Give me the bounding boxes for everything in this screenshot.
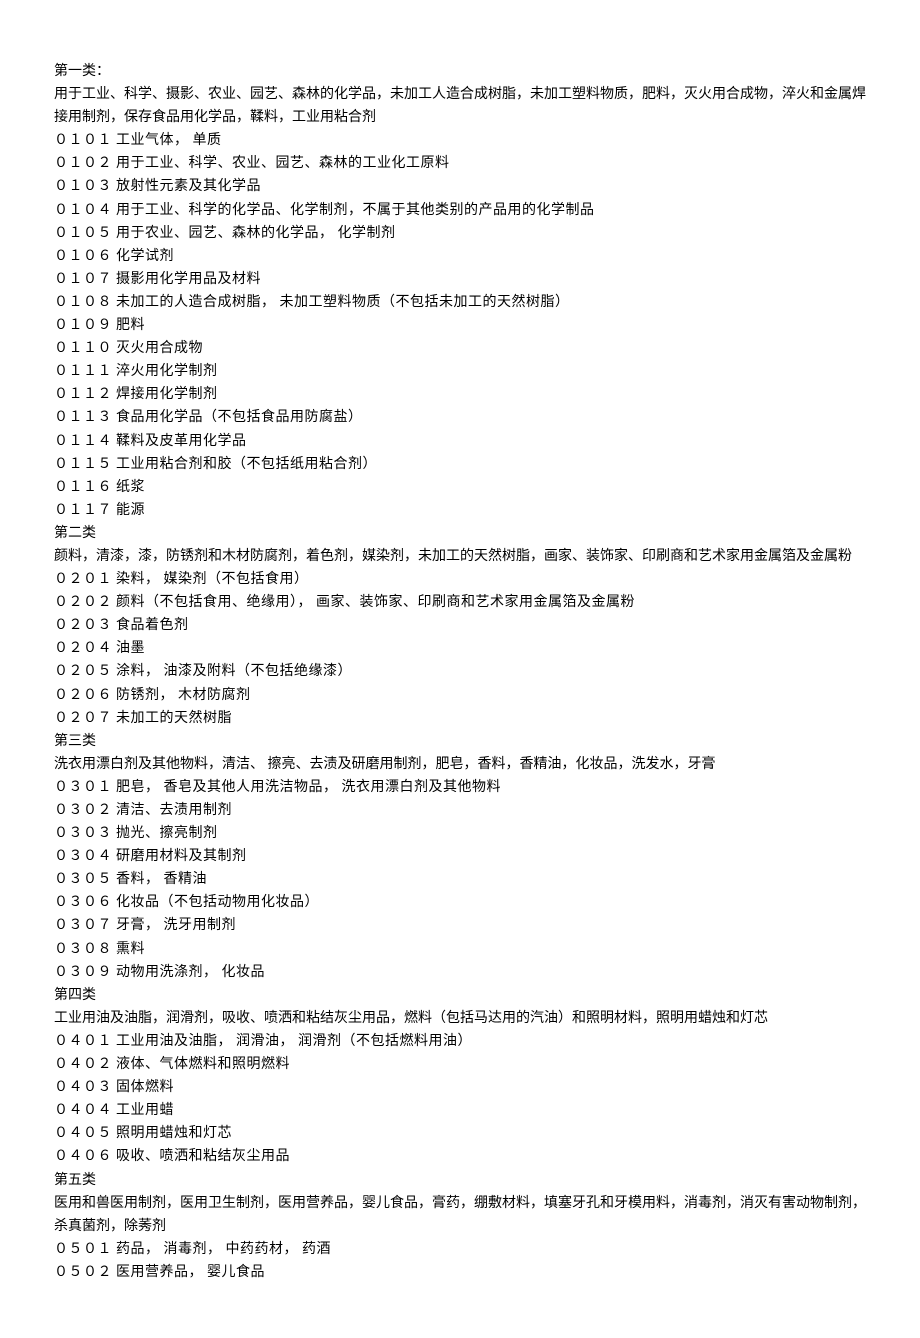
category-item: ０１１７ 能源 xyxy=(54,499,866,522)
category-description: 医用和兽医用制剂，医用卫生制剂，医用营养品，婴儿食品，膏药，绷敷材料，填塞牙孔和… xyxy=(54,1192,866,1238)
category-heading: 第三类 xyxy=(54,730,866,753)
category-item: ０３０５ 香料， 香精油 xyxy=(54,868,866,891)
category-description: 洗衣用漂白剂及其他物料，清洁、 擦亮、去渍及研磨用制剂，肥皂，香料，香精油，化妆… xyxy=(54,753,866,776)
category-item: ０２０５ 涂料， 油漆及附料（不包括绝缘漆） xyxy=(54,660,866,683)
category-heading: 第四类 xyxy=(54,984,866,1007)
category-item: ０３０９ 动物用洗涤剂， 化妆品 xyxy=(54,961,866,984)
category-description: 用于工业、科学、摄影、农业、园艺、森林的化学品，未加工人造合成树脂，未加工塑料物… xyxy=(54,83,866,129)
category-item: ０４０６ 吸收、喷洒和粘结灰尘用品 xyxy=(54,1145,866,1168)
category-item: ０２０２ 颜料（不包括食用、绝缘用）， 画家、装饰家、印刷商和艺术家用金属箔及金… xyxy=(54,591,866,614)
category-item: ０１０８ 未加工的人造合成树脂， 未加工塑料物质（不包括未加工的天然树脂） xyxy=(54,291,866,314)
category-item: ０２０４ 油墨 xyxy=(54,637,866,660)
category-heading: 第一类： xyxy=(54,60,866,83)
category-item: ０１０６ 化学试剂 xyxy=(54,245,866,268)
category-item: ０４０２ 液体、气体燃料和照明燃料 xyxy=(54,1053,866,1076)
category-item: ０４０１ 工业用油及油脂， 润滑油， 润滑剂（不包括燃料用油） xyxy=(54,1030,866,1053)
category-item: ０１１０ 灭火用合成物 xyxy=(54,337,866,360)
category-item: ０１１５ 工业用粘合剂和胶（不包括纸用粘合剂） xyxy=(54,453,866,476)
category-item: ０２０３ 食品着色剂 xyxy=(54,614,866,637)
category-item: ０１０２ 用于工业、科学、农业、园艺、森林的工业化工原料 xyxy=(54,152,866,175)
category-item: ０１１１ 淬火用化学制剂 xyxy=(54,360,866,383)
category-item: ０５０２ 医用营养品， 婴儿食品 xyxy=(54,1261,866,1284)
category-item: ０１１３ 食品用化学品（不包括食品用防腐盐） xyxy=(54,406,866,429)
category-item: ０１０１ 工业气体， 单质 xyxy=(54,129,866,152)
category-item: ０３０８ 熏料 xyxy=(54,938,866,961)
category-item: ０５０１ 药品， 消毒剂， 中药药材， 药酒 xyxy=(54,1238,866,1261)
category-item: ０３０６ 化妆品（不包括动物用化妆品） xyxy=(54,891,866,914)
category-item: ０３０７ 牙膏， 洗牙用制剂 xyxy=(54,914,866,937)
category-item: ０４０５ 照明用蜡烛和灯芯 xyxy=(54,1122,866,1145)
category-item: ０１０３ 放射性元素及其化学品 xyxy=(54,175,866,198)
category-description: 工业用油及油脂，润滑剂，吸收、喷洒和粘结灰尘用品，燃料（包括马达用的汽油）和照明… xyxy=(54,1007,866,1030)
category-item: ０１０５ 用于农业、园艺、森林的化学品， 化学制剂 xyxy=(54,222,866,245)
category-item: ０２０１ 染料， 媒染剂（不包括食用） xyxy=(54,568,866,591)
category-item: ０２０７ 未加工的天然树脂 xyxy=(54,707,866,730)
document-body: 第一类：用于工业、科学、摄影、农业、园艺、森林的化学品，未加工人造合成树脂，未加… xyxy=(54,60,866,1284)
category-item: ０３０２ 清洁、去渍用制剂 xyxy=(54,799,866,822)
category-item: ０１０４ 用于工业、科学的化学品、化学制剂，不属于其他类别的产品用的化学制品 xyxy=(54,199,866,222)
category-item: ０１１６ 纸浆 xyxy=(54,476,866,499)
category-item: ０１１４ 鞣料及皮革用化学品 xyxy=(54,430,866,453)
category-item: ０３０３ 抛光、擦亮制剂 xyxy=(54,822,866,845)
category-heading: 第二类 xyxy=(54,522,866,545)
category-item: ０４０４ 工业用蜡 xyxy=(54,1099,866,1122)
category-item: ０３０１ 肥皂， 香皂及其他人用洗洁物品， 洗衣用漂白剂及其他物料 xyxy=(54,776,866,799)
category-item: ０２０６ 防锈剂， 木材防腐剂 xyxy=(54,684,866,707)
category-item: ０１１２ 焊接用化学制剂 xyxy=(54,383,866,406)
category-heading: 第五类 xyxy=(54,1169,866,1192)
category-item: ０３０４ 研磨用材料及其制剂 xyxy=(54,845,866,868)
category-item: ０１０７ 摄影用化学用品及材料 xyxy=(54,268,866,291)
category-item: ０４０３ 固体燃料 xyxy=(54,1076,866,1099)
category-description: 颜料，清漆，漆，防锈剂和木材防腐剂，着色剂，媒染剂，未加工的天然树脂，画家、装饰… xyxy=(54,545,866,568)
category-item: ０１０９ 肥料 xyxy=(54,314,866,337)
